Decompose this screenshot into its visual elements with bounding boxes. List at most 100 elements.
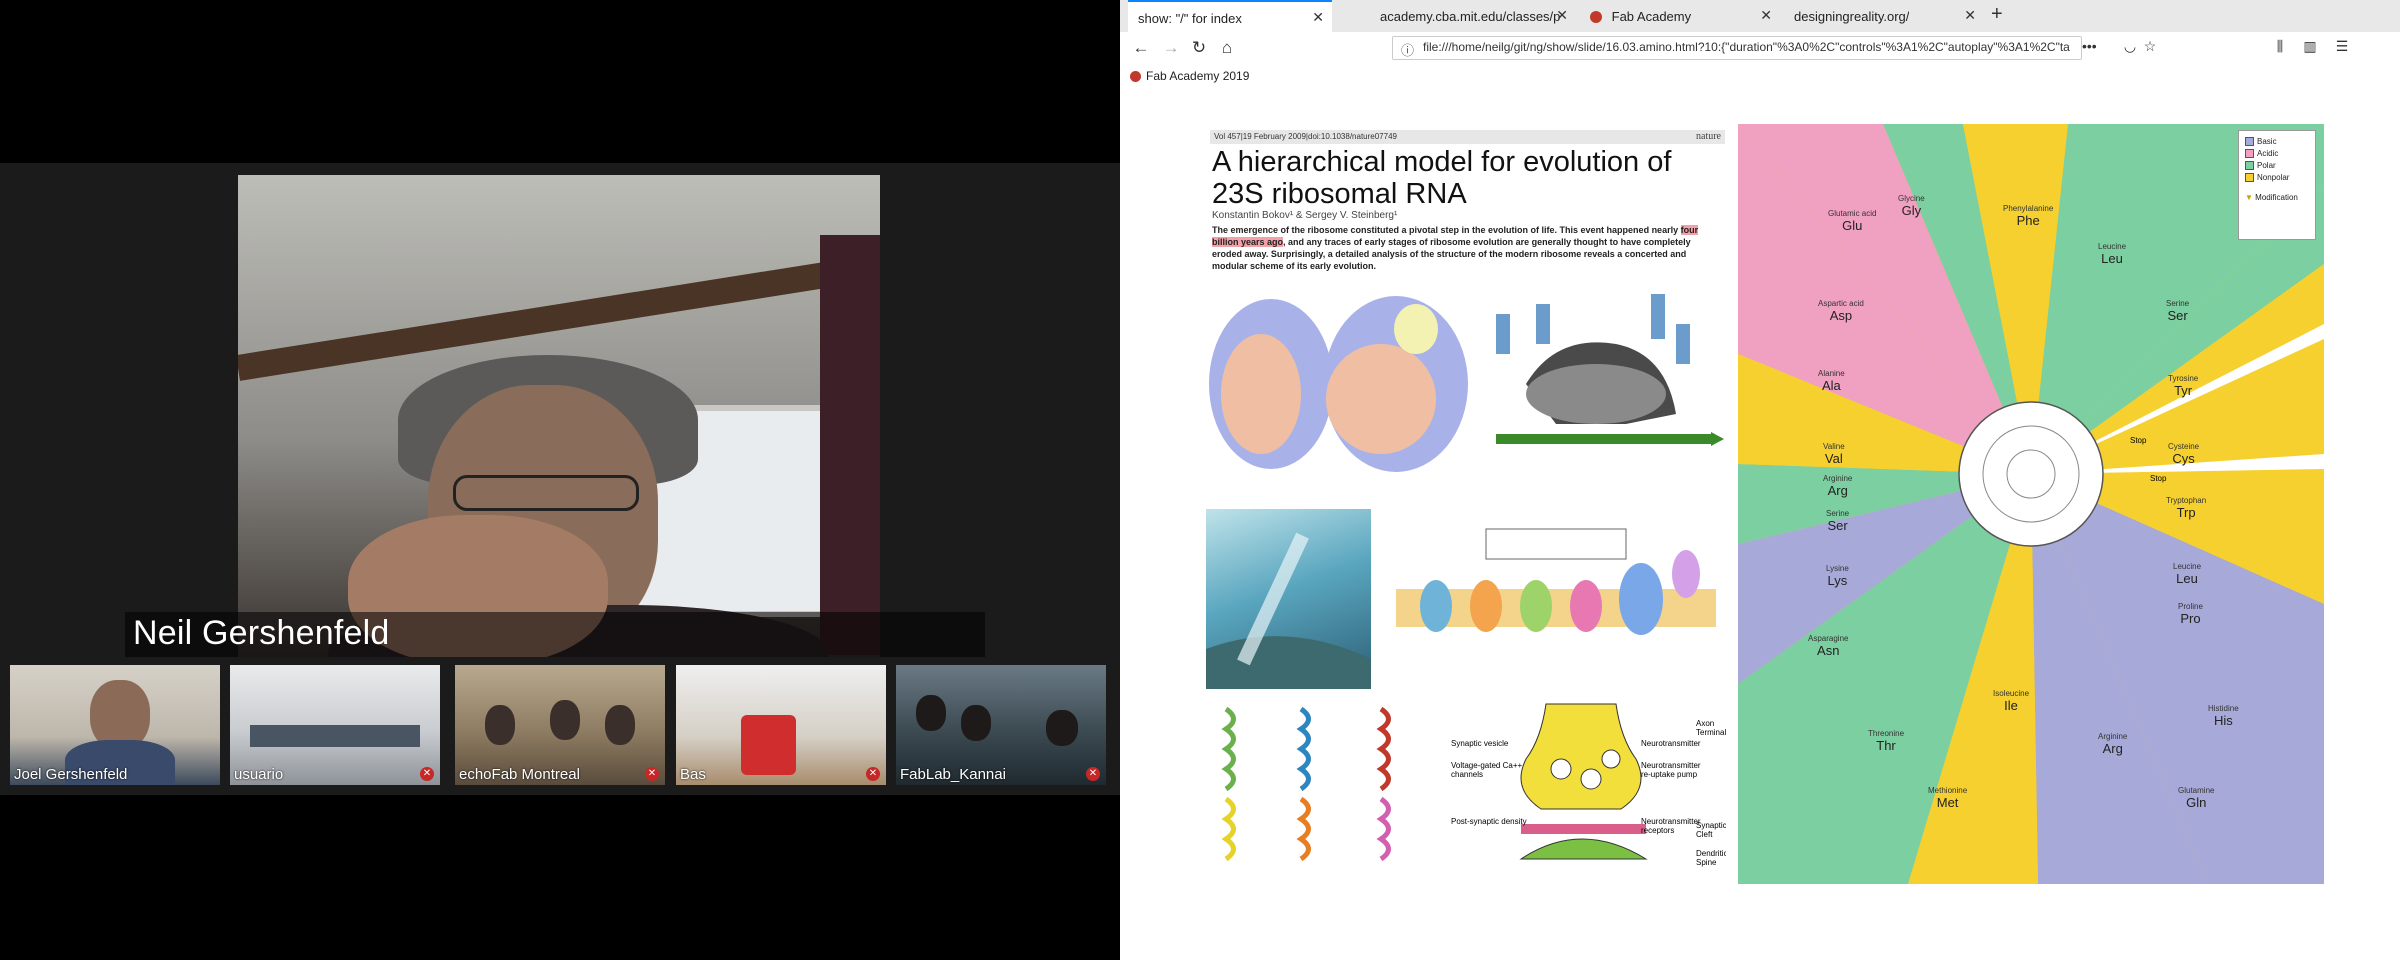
signaling-pathway-diagram (1386, 514, 1726, 689)
url-bar[interactable]: ⓘ file:///home/neilg/git/ng/show/slide/1… (1392, 36, 2082, 60)
synapse-label: Synaptic Cleft (1696, 821, 1726, 839)
amino-acid-label: Asparagine Asn (1808, 634, 1849, 658)
ribosome-structure-image (1206, 284, 1471, 474)
close-tab-icon[interactable]: ✕ (1760, 7, 1772, 24)
fab-academy-favicon-icon (1130, 71, 1141, 83)
participant-name: Bas (680, 766, 706, 783)
page-actions-icon[interactable]: ••• (2082, 38, 2097, 54)
synapse-label: Neurotransmitter re-uptake pump (1641, 761, 1701, 779)
codon-legend: Basic Acidic Polar Nonpolar ▼ Modificati… (2238, 130, 2316, 240)
participant-name: echoFab Montreal (459, 766, 580, 783)
amino-acid-label: Lysine Lys (1826, 564, 1849, 588)
paper-authors: Konstantin Bokov¹ & Sergey V. Steinberg¹ (1212, 210, 1398, 221)
reload-icon[interactable]: ↻ (1188, 38, 1210, 58)
tab-label: show: "/" for index (1138, 11, 1242, 27)
bookmarks-toolbar: Fab Academy 2019 (1120, 66, 2400, 88)
tab-fab-academy[interactable]: Fab Academy ✕ (1580, 0, 1780, 32)
close-tab-icon[interactable]: ✕ (1964, 7, 1976, 24)
synapse-label: Post-synaptic density (1451, 817, 1527, 826)
video-conference: Neil Gershenfeld Joel Gershenfeld usuari… (0, 0, 1120, 960)
tab-designingreality[interactable]: designingreality.org/ ✕ (1784, 0, 1984, 32)
pocket-icon[interactable]: ◡ (2120, 38, 2140, 55)
speaker-name: Neil Gershenfeld (133, 614, 390, 652)
amino-acid-label: Phenylalanine Phe (2003, 204, 2054, 228)
journal-name: nature (1696, 131, 1721, 142)
amino-acid-label: Isoleucine Ile (1993, 689, 2030, 713)
url-text: file:///home/neilg/git/ng/show/slide/16.… (1423, 40, 2070, 54)
amino-acid-label: Arginine Arg (1823, 474, 1853, 498)
amino-acid-label: Glutamic acid Glu (1828, 209, 1877, 233)
participant-tile[interactable]: usuario ✕ (230, 665, 440, 785)
participant-tile[interactable]: Bas ✕ (676, 665, 886, 785)
navigation-toolbar: ← → ↻ ⌂ ⓘ file:///home/neilg/git/ng/show… (1120, 32, 2400, 67)
close-tab-icon[interactable]: ✕ (1312, 9, 1324, 26)
amino-acid-label: Tyrosine Tyr (2168, 374, 2199, 398)
synapse-label: Axon Terminal (1696, 719, 1726, 737)
tab-label: academy.cba.mit.edu/classes/pr... (1380, 9, 1560, 25)
protein-structures-image (1206, 699, 1441, 879)
synapse-label: Voltage-gated Ca++ channels (1451, 761, 1523, 779)
back-arrow-icon[interactable]: ← (1130, 38, 1152, 58)
muted-icon: ✕ (645, 767, 659, 781)
participant-name: usuario (234, 766, 284, 783)
participant-name: Joel Gershenfeld (14, 766, 128, 783)
synapse-label: Neurotransmitter (1641, 739, 1701, 748)
participant-tile[interactable]: echoFab Montreal ✕ (455, 665, 665, 785)
menu-icon[interactable]: ☰ (2332, 38, 2352, 55)
synapse-label: Dendritic Spine (1696, 849, 1726, 867)
amino-acid-label: Glutamine Gln (2178, 786, 2215, 810)
amino-acid-label: Alanine Ala (1818, 369, 1845, 393)
amino-acid-label: Arginine Arg (2098, 732, 2128, 756)
sidebar-icon[interactable]: ▥ (2300, 38, 2320, 55)
active-speaker-video[interactable] (238, 175, 880, 657)
synapse-label: Synaptic vesicle (1451, 739, 1509, 748)
amino-acid-label: Glycine Gly (1898, 194, 1925, 218)
forward-arrow-icon[interactable]: → (1160, 38, 1182, 58)
amino-acid-codon-wheel: Basic Acidic Polar Nonpolar ▼ Modificati… (1738, 124, 2324, 884)
amino-acid-label: Leucine Leu (2173, 562, 2202, 586)
slide: Vol 457|19 February 2009|doi:10.1038/nat… (1196, 124, 2324, 884)
amino-acid-label: Serine Ser (1826, 509, 1850, 533)
synapse-label: Neurotransmitter receptors (1641, 817, 1701, 835)
translation-diagram (1476, 274, 1726, 474)
stop-codon-label: Stop (2150, 474, 2167, 483)
new-tab-icon[interactable]: + (1991, 3, 2003, 26)
muted-icon: ✕ (420, 767, 434, 781)
info-icon[interactable]: ⓘ (1401, 40, 1414, 59)
amino-acid-label: Histidine His (2208, 704, 2239, 728)
participant-tile[interactable]: Joel Gershenfeld (10, 665, 220, 785)
paper-title: A hierarchical model for evolution of 23… (1212, 146, 1672, 210)
tab-label: designingreality.org/ (1794, 9, 1910, 25)
tab-academy[interactable]: academy.cba.mit.edu/classes/pr... ✕ (1370, 0, 1576, 32)
tab-show[interactable]: show: "/" for index ✕ (1128, 0, 1332, 32)
muted-icon: ✕ (1086, 767, 1100, 781)
library-icon[interactable]: ⫼ (2270, 38, 2290, 55)
tab-label: Fab Academy (1611, 9, 1692, 25)
tab-strip: show: "/" for index ✕ academy.cba.mit.ed… (1120, 0, 2400, 32)
participant-strip: Joel Gershenfeld usuario ✕ echoFab Montr… (10, 665, 1110, 787)
synapse-diagram: Synaptic vesicle Voltage-gated Ca++ chan… (1451, 699, 1726, 884)
speaker-name-bar: Neil Gershenfeld (125, 612, 985, 657)
membrane-channel-image (1206, 509, 1371, 689)
participant-tile[interactable]: FabLab_Kannai ✕ (896, 665, 1106, 785)
amino-acid-label: Proline Pro (2178, 602, 2203, 626)
bookmark-fab-academy[interactable]: Fab Academy 2019 (1130, 69, 1249, 83)
close-tab-icon[interactable]: ✕ (1556, 7, 1568, 24)
amino-acid-label: Methionine Met (1928, 786, 1968, 810)
paper-meta: Vol 457|19 February 2009|doi:10.1038/nat… (1210, 130, 1725, 144)
paper-figure: Vol 457|19 February 2009|doi:10.1038/nat… (1196, 124, 1726, 884)
amino-acid-label: Serine Ser (2166, 299, 2190, 323)
muted-icon: ✕ (866, 767, 880, 781)
fab-academy-favicon-icon (1590, 10, 1602, 23)
bookmark-star-icon[interactable]: ☆ (2140, 38, 2160, 55)
amino-acid-label: Threonine Thr (1868, 729, 1905, 753)
amino-acid-label: Leucine Leu (2098, 242, 2127, 266)
paper-abstract: The emergence of the ribosome constitute… (1212, 225, 1699, 271)
participant-name: FabLab_Kannai (900, 766, 1006, 783)
amino-acid-label: Valine Val (1823, 442, 1845, 466)
amino-acid-label: Cysteine Cys (2168, 442, 2200, 466)
home-icon[interactable]: ⌂ (1216, 38, 1238, 58)
amino-acid-label: Aspartic acid Asp (1818, 299, 1864, 323)
stop-codon-label: Stop (2130, 436, 2147, 445)
amino-acid-label: Tryptophan Trp (2166, 496, 2207, 520)
